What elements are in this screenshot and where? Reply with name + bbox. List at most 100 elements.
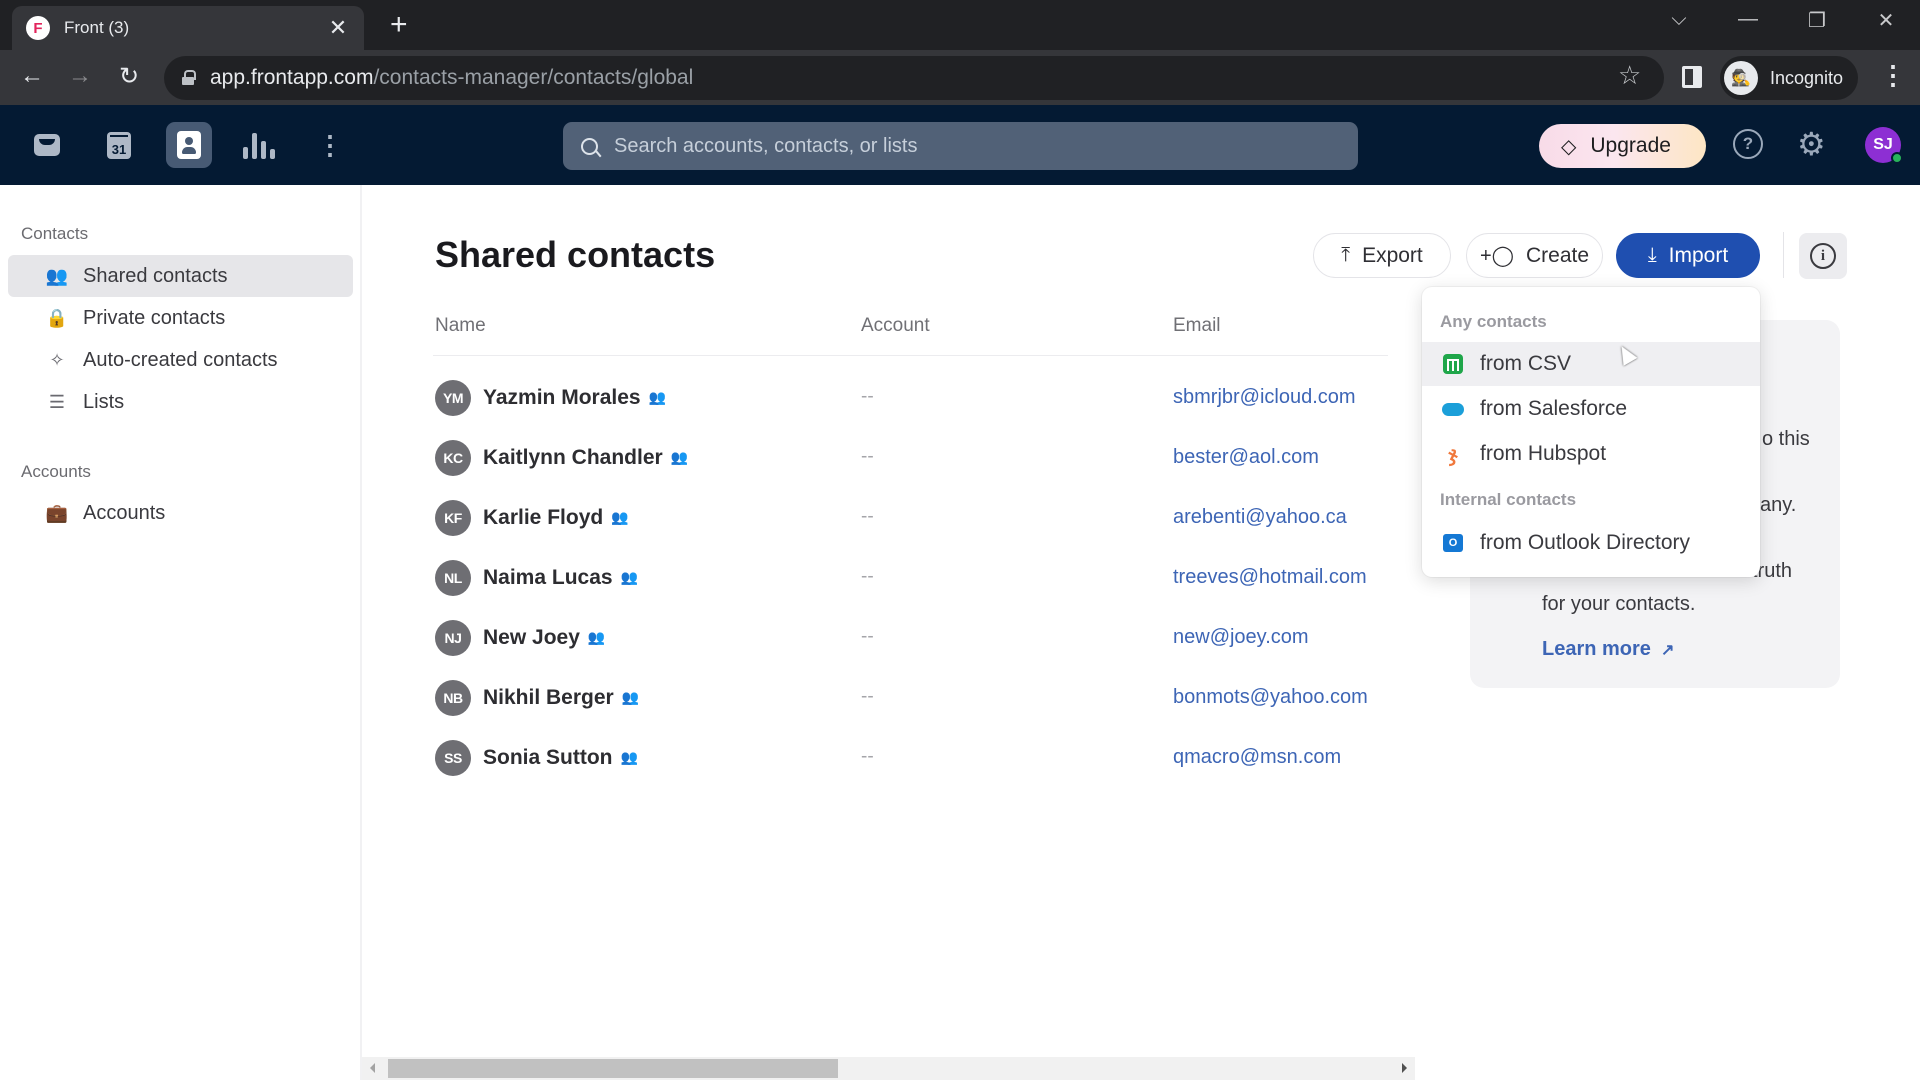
contact-name[interactable]: Naima Lucas 👥 — [483, 566, 638, 590]
sidebar-item-label: Accounts — [83, 501, 166, 524]
browser-toolbar: ← → ↻ app.frontapp.com/contacts-manager/… — [0, 50, 1920, 105]
tab-title: Front (3) — [64, 18, 130, 37]
menu-item-import-hubspot[interactable]: ჯ from Hubspot — [1422, 432, 1760, 476]
info-icon: i — [1810, 243, 1836, 269]
table-row[interactable]: KF Karlie Floyd 👥 -- arebenti@yahoo.ca — [433, 493, 1393, 543]
restore-window-button[interactable]: ❐ — [1802, 8, 1832, 33]
upgrade-button[interactable]: ◇ Upgrade — [1539, 124, 1706, 168]
contact-email[interactable]: arebenti@yahoo.ca — [1173, 506, 1347, 529]
settings-gear-icon[interactable]: ⚙ — [1797, 125, 1826, 163]
scroll-right-arrow-icon[interactable] — [1402, 1063, 1407, 1073]
incognito-profile-button[interactable]: 🕵 Incognito — [1720, 56, 1858, 100]
toolbar-divider — [1783, 232, 1784, 278]
side-panel-icon[interactable] — [1682, 66, 1702, 88]
contact-email[interactable]: bonmots@yahoo.com — [1173, 686, 1368, 709]
reload-button[interactable]: ↻ — [113, 62, 145, 91]
contact-email[interactable]: bester@aol.com — [1173, 446, 1319, 469]
csv-icon — [1443, 354, 1463, 374]
contact-account: -- — [861, 566, 874, 587]
shared-contact-icon: 👥 — [620, 569, 638, 585]
create-button[interactable]: +◯ Create — [1466, 233, 1603, 278]
contact-email[interactable]: qmacro@msn.com — [1173, 746, 1341, 769]
table-row[interactable]: NB Nikhil Berger 👥 -- bonmots@yahoo.com — [433, 673, 1393, 723]
incognito-label: Incognito — [1770, 67, 1844, 88]
lock-icon — [182, 70, 196, 85]
list-icon: ☰ — [48, 391, 66, 412]
contact-name[interactable]: Yazmin Morales 👥 — [483, 386, 666, 410]
nav-contacts[interactable] — [166, 122, 212, 168]
contact-name[interactable]: New Joey 👥 — [483, 626, 605, 650]
close-tab-icon[interactable]: ✕ — [326, 15, 350, 41]
search-bar[interactable] — [563, 122, 1358, 170]
info-panel-toggle-button[interactable]: i — [1799, 233, 1847, 279]
briefcase-icon: 💼 — [45, 502, 69, 523]
front-favicon-icon: F — [26, 16, 50, 40]
contact-avatar: YM — [435, 380, 471, 416]
sidebar-item-accounts[interactable]: 💼 Accounts — [8, 492, 353, 534]
contact-name[interactable]: Kaitlynn Chandler 👥 — [483, 446, 688, 470]
contact-avatar: KC — [435, 440, 471, 476]
forward-button[interactable]: → — [64, 62, 96, 90]
column-header-email[interactable]: Email — [1173, 315, 1221, 337]
scroll-left-arrow-icon[interactable] — [370, 1063, 375, 1073]
search-icon — [581, 137, 598, 155]
new-tab-button[interactable]: + — [390, 8, 408, 42]
table-header-divider — [433, 355, 1388, 356]
menu-item-import-salesforce[interactable]: from Salesforce — [1422, 387, 1760, 431]
sidebar: Contacts 👥 Shared contacts 🔒 Private con… — [0, 185, 362, 1080]
learn-more-link[interactable]: Learn more ↗ — [1542, 638, 1674, 661]
contact-avatar: NJ — [435, 620, 471, 656]
presence-status-dot — [1891, 152, 1903, 164]
export-button[interactable]: ⤒ Export — [1313, 233, 1451, 278]
contact-email[interactable]: new@joey.com — [1173, 626, 1309, 649]
info-text-fragment: for your contacts. — [1542, 593, 1696, 615]
browser-menu-icon[interactable]: ⋮ — [1880, 60, 1906, 91]
contact-avatar: NB — [435, 680, 471, 716]
contact-name[interactable]: Karlie Floyd 👥 — [483, 506, 629, 530]
sidebar-item-lists[interactable]: ☰ Lists — [8, 381, 353, 423]
column-header-name[interactable]: Name — [435, 315, 486, 337]
menu-item-import-csv[interactable]: from CSV — [1422, 342, 1760, 386]
table-row[interactable]: NL Naima Lucas 👥 -- treeves@hotmail.com — [433, 553, 1393, 603]
sidebar-item-auto-created-contacts[interactable]: ✧ Auto-created contacts — [8, 339, 353, 381]
info-text-fragment: o this — [1762, 428, 1810, 450]
bookmark-star-icon[interactable]: ☆ — [1618, 60, 1641, 91]
search-input[interactable] — [614, 134, 1314, 158]
back-button[interactable]: ← — [16, 62, 48, 90]
tab-search-chevron-icon[interactable]: ⌵ — [1664, 8, 1694, 31]
table-row[interactable]: YM Yazmin Morales 👥 -- sbmrjbr@icloud.com — [433, 373, 1393, 423]
sidebar-item-private-contacts[interactable]: 🔒 Private contacts — [8, 297, 353, 339]
nav-inbox[interactable] — [24, 122, 70, 168]
menu-item-import-outlook[interactable]: O from Outlook Directory — [1422, 521, 1760, 565]
column-header-account[interactable]: Account — [861, 315, 930, 337]
sidebar-heading-accounts: Accounts — [21, 462, 91, 481]
table-row[interactable]: KC Kaitlynn Chandler 👥 -- bester@aol.com — [433, 433, 1393, 483]
nav-more[interactable]: ⋮ — [307, 122, 353, 168]
help-icon[interactable]: ? — [1733, 129, 1763, 159]
table-row[interactable]: NJ New Joey 👥 -- new@joey.com — [433, 613, 1393, 663]
scrollbar-thumb[interactable] — [388, 1059, 838, 1078]
close-window-button[interactable]: ✕ — [1871, 8, 1901, 33]
minimize-window-button[interactable]: — — [1733, 8, 1763, 31]
contact-email[interactable]: treeves@hotmail.com — [1173, 566, 1367, 589]
menu-group-heading: Internal contacts — [1440, 490, 1577, 509]
shared-users-icon: 👥 — [45, 265, 69, 286]
horizontal-scrollbar[interactable] — [362, 1057, 1415, 1080]
shared-contact-icon: 👥 — [611, 509, 629, 525]
nav-analytics[interactable] — [236, 122, 282, 168]
table-row[interactable]: SS Sonia Sutton 👥 -- qmacro@msn.com — [433, 733, 1393, 783]
calendar-icon: 31 — [107, 131, 131, 159]
app-header: 31 ⋮ ◇ Upgrade ? ⚙ SJ — [0, 105, 1920, 185]
import-button[interactable]: ⤓ Import — [1616, 233, 1760, 278]
sidebar-item-shared-contacts[interactable]: 👥 Shared contacts — [8, 255, 353, 297]
sidebar-item-label: Private contacts — [83, 306, 226, 329]
contact-account: -- — [861, 446, 874, 467]
browser-tab-bar: F Front (3) ✕ + ⌵ — ❐ ✕ — [0, 0, 1920, 50]
contact-name[interactable]: Nikhil Berger 👥 — [483, 686, 639, 710]
contact-name[interactable]: Sonia Sutton 👥 — [483, 746, 638, 770]
import-dropdown-menu: Any contacts from CSV from Salesforce ჯ … — [1422, 287, 1760, 577]
nav-calendar[interactable]: 31 — [96, 122, 142, 168]
address-bar[interactable]: app.frontapp.com/contacts-manager/contac… — [164, 56, 1664, 100]
browser-tab[interactable]: F Front (3) ✕ — [12, 6, 364, 50]
contact-email[interactable]: sbmrjbr@icloud.com — [1173, 386, 1356, 409]
